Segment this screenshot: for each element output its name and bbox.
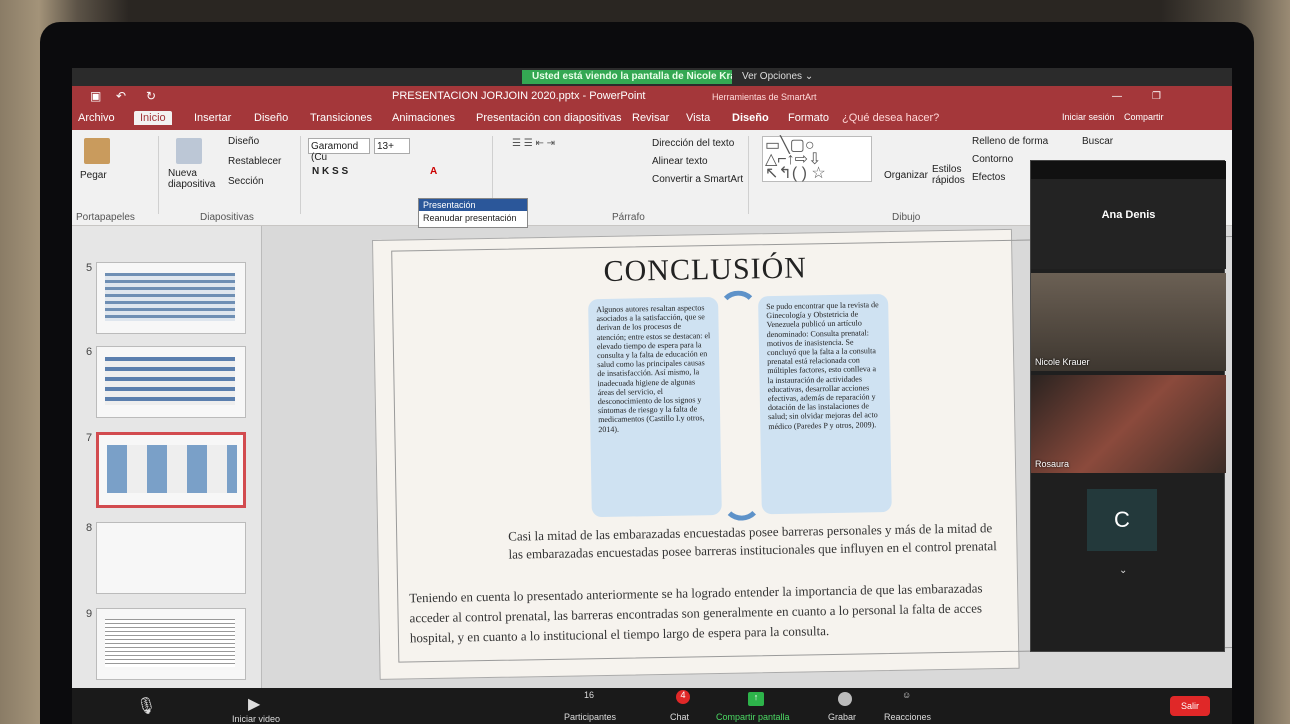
thumb-num-7: 7	[86, 432, 93, 444]
thumb-num-6: 6	[86, 346, 93, 358]
avatar[interactable]: C	[1087, 489, 1157, 551]
tab-formato[interactable]: Formato	[788, 112, 829, 124]
thumbnail-slide-7[interactable]	[96, 432, 246, 508]
popup-title: Presentación	[419, 199, 527, 211]
participants-count: 16	[584, 690, 595, 700]
smartart-right-column[interactable]: Se pudo encontrar que la revista de Gine…	[758, 294, 892, 515]
restore-icon[interactable]: ❐	[1152, 91, 1161, 102]
new-slide-icon	[176, 138, 202, 164]
chevron-down-icon[interactable]: ⌄	[1119, 565, 1127, 576]
presentation-popup: Presentación Reanudar presentación	[418, 198, 528, 228]
video-icon[interactable]: ▶	[248, 694, 260, 714]
ribbon-tabs: Archivo Inicio Insertar Diseño Transicio…	[72, 108, 1232, 130]
zoom-toolbar: 🎙 ▶ Iniciar video 16 Participantes 4 Cha…	[72, 688, 1232, 724]
paragraph-group-label: Párrafo	[612, 212, 645, 223]
tab-vista[interactable]: Vista	[686, 112, 710, 124]
text-direction-button[interactable]: Dirección del texto	[652, 138, 734, 149]
clipboard-group-label: Portapapeles	[76, 212, 135, 223]
reactions-button[interactable]: Reacciones	[884, 712, 931, 722]
slide-thumbnail-pane: 5 6 7 8 9	[72, 226, 262, 688]
reactions-icon[interactable]: ☺	[902, 690, 911, 700]
tab-animaciones[interactable]: Animaciones	[392, 112, 455, 124]
thumbnail-slide-5[interactable]	[96, 262, 246, 334]
tab-transiciones[interactable]: Transiciones	[310, 112, 372, 124]
tab-revisar[interactable]: Revisar	[632, 112, 669, 124]
thumb-num-5: 5	[86, 262, 93, 274]
tab-diseno[interactable]: Diseño	[254, 112, 288, 124]
slides-group-label: Diapositivas	[200, 212, 254, 223]
share-screen-icon[interactable]: ↑	[748, 692, 764, 706]
undo-icon[interactable]: ↶	[116, 89, 126, 103]
video-tile-1[interactable]: Nicole Krauer	[1031, 273, 1226, 371]
video-panel: Ana Denis Nicole Krauer Rosaura C ⌄	[1030, 160, 1226, 652]
font-size-select[interactable]: 13+	[374, 138, 410, 154]
save-icon[interactable]: ▣	[90, 89, 101, 103]
record-button[interactable]: Grabar	[828, 712, 856, 722]
tab-archivo[interactable]: Archivo	[78, 112, 115, 124]
layout-button[interactable]: Diseño	[228, 136, 259, 147]
shapes-gallery[interactable]: ▭╲▢○ △⌐↑⇨⇩ ↖↰( ) ☆	[762, 136, 872, 182]
share-link[interactable]: Compartir	[1124, 112, 1164, 122]
smartart-tools-label: Herramientas de SmartArt	[712, 92, 817, 102]
chat-button[interactable]: Chat	[670, 712, 689, 722]
speaker-tile[interactable]: Ana Denis	[1031, 179, 1226, 269]
new-slide-button[interactable]: Nueva diapositiva	[168, 168, 216, 190]
quick-styles-button[interactable]: Estilos rápidos	[932, 164, 970, 186]
thumbnail-slide-9[interactable]	[96, 608, 246, 680]
share-screen-button[interactable]: Compartir pantalla	[716, 712, 790, 722]
drawing-group-label: Dibujo	[892, 212, 921, 223]
redo-icon[interactable]: ↻	[146, 89, 156, 103]
align-text-button[interactable]: Alinear texto	[652, 156, 708, 167]
shape-fill-button[interactable]: Relleno de forma	[972, 136, 1048, 147]
monitor-bezel: Usted está viendo la pantalla de Nicole …	[40, 22, 1254, 724]
thumb-num-8: 8	[86, 522, 93, 534]
resume-presentation-item[interactable]: Reanudar presentación	[419, 211, 527, 225]
speaker-name: Ana Denis	[1101, 209, 1156, 221]
chat-badge: 4	[676, 690, 690, 704]
video-tile-2[interactable]: Rosaura	[1031, 375, 1226, 473]
shape-effects-button[interactable]: Efectos	[972, 172, 1005, 183]
minimize-icon[interactable]: —	[1112, 91, 1122, 102]
video-panel-header[interactable]	[1031, 161, 1226, 179]
smartart-left-column[interactable]: Algunos autores resaltan aspectos asocia…	[588, 296, 722, 518]
share-banner: Usted está viendo la pantalla de Nicole …	[522, 70, 762, 84]
microphone-icon[interactable]: 🎙	[136, 696, 156, 716]
record-icon[interactable]	[838, 692, 852, 706]
thumb-num-9: 9	[86, 608, 93, 620]
ppt-title-bar: ▣ ↶ ↻ PRESENTACION JORJOIN 2020.pptx - P…	[72, 86, 1232, 108]
paste-icon	[84, 138, 110, 164]
start-video-button[interactable]: Iniciar video	[232, 714, 280, 724]
view-options-button[interactable]: Ver Opciones ⌄	[732, 70, 824, 84]
smartart-cycle-arrow	[717, 290, 762, 521]
slide-title[interactable]: CONCLUSIÓN	[603, 251, 807, 289]
tab-smartart-diseno[interactable]: Diseño	[732, 112, 769, 124]
convert-smartart-button[interactable]: Convertir a SmartArt	[652, 174, 743, 185]
section-button[interactable]: Sección	[228, 176, 264, 187]
thumbnail-slide-6[interactable]	[96, 346, 246, 418]
leave-button[interactable]: Salir	[1170, 696, 1210, 716]
tab-presentacion[interactable]: Presentación con diapositivas	[476, 112, 622, 124]
tab-insertar[interactable]: Insertar	[194, 112, 231, 124]
participants-button[interactable]: Participantes	[564, 712, 616, 722]
find-button[interactable]: Buscar	[1082, 136, 1113, 147]
sign-in-link[interactable]: Iniciar sesión	[1062, 112, 1115, 122]
tell-me-field[interactable]: ¿Qué desea hacer?	[842, 112, 939, 124]
shape-outline-button[interactable]: Contorno	[972, 154, 1013, 165]
screen: Usted está viendo la pantalla de Nicole …	[72, 68, 1232, 724]
video-name-2: Rosaura	[1035, 459, 1070, 469]
reset-button[interactable]: Restablecer	[228, 156, 281, 167]
format-buttons[interactable]: N K S S	[312, 166, 348, 177]
thumbnail-slide-8[interactable]	[96, 522, 246, 594]
arrange-button[interactable]: Organizar	[884, 170, 928, 181]
paste-button[interactable]: Pegar	[80, 170, 107, 181]
slide-7[interactable]: CONCLUSIÓN Algunos autores resaltan aspe…	[372, 228, 1232, 680]
font-color-icon[interactable]: A	[430, 166, 437, 177]
tab-inicio[interactable]: Inicio	[134, 111, 172, 125]
photo-scene: Usted está viendo la pantalla de Nicole …	[0, 0, 1290, 724]
font-name-select[interactable]: Garamond (Cu	[308, 138, 370, 163]
video-name-1: Nicole Krauer	[1035, 357, 1090, 367]
window-title: PRESENTACION JORJOIN 2020.pptx - PowerPo…	[392, 90, 646, 102]
list-icons[interactable]: ☰ ☰ ⇤ ⇥	[512, 138, 555, 149]
